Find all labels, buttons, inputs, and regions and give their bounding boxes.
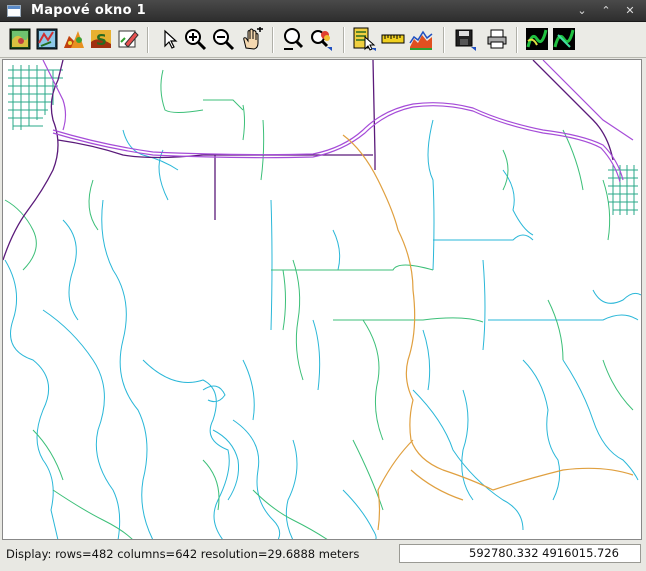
toolbar-separator	[443, 27, 445, 53]
maximize-button[interactable]: ⌃	[596, 2, 616, 19]
save-button[interactable]	[453, 27, 477, 51]
save-icon	[455, 29, 476, 51]
streams-cyan-layer	[4, 119, 641, 539]
add-3d-map-button[interactable]	[62, 27, 86, 51]
query-button[interactable]	[353, 27, 377, 51]
zoom-in-button[interactable]	[183, 27, 207, 51]
nviz-button[interactable]	[525, 27, 549, 51]
zoom-out-button[interactable]	[211, 27, 235, 51]
nviz-alt-button[interactable]	[552, 27, 576, 51]
toolbar-separator	[516, 27, 518, 53]
erase-display-icon	[118, 30, 139, 48]
status-bar: Display: rows=482 columns=642 resolution…	[0, 541, 646, 571]
add-vector-map-button[interactable]	[35, 27, 59, 51]
zoom-in-icon	[185, 29, 207, 51]
pointer-icon	[164, 29, 178, 49]
add-raster-map-icon	[9, 28, 31, 50]
map-canvas[interactable]	[2, 59, 642, 540]
pointer-button[interactable]	[157, 27, 181, 51]
window-controls: ⌄ ⌃ ✕	[572, 2, 640, 19]
major-roads-layer	[3, 60, 614, 261]
town-grid-layer	[8, 65, 638, 215]
profile-icon	[409, 30, 433, 50]
toolbar-separator	[147, 27, 149, 53]
window-icon	[7, 4, 21, 17]
svg-text:S: S	[96, 31, 107, 49]
pan-button[interactable]	[240, 27, 264, 51]
streams-green-layer	[4, 69, 634, 539]
coordinates-field: 592780.332 4916015.726	[399, 544, 641, 563]
profile-button[interactable]	[409, 27, 433, 51]
add-3d-map-icon	[64, 31, 84, 48]
map-display	[3, 60, 641, 539]
nviz-3d-alt-icon	[553, 28, 575, 50]
window-titlebar[interactable]: Mapové okno 1 ⌄ ⌃ ✕	[0, 0, 646, 22]
window-title: Mapové okno 1	[31, 3, 146, 18]
measure-button[interactable]	[381, 27, 405, 51]
zoom-back-button[interactable]	[281, 27, 305, 51]
erase-display-button[interactable]	[116, 27, 140, 51]
zoom-options-icon	[311, 30, 332, 51]
highway-layer	[42, 60, 634, 183]
map-toolbar: S	[0, 23, 646, 58]
nviz-3d-icon	[526, 28, 548, 50]
add-raster-map-button[interactable]	[8, 27, 32, 51]
toolbar-separator	[343, 27, 345, 53]
add-text-map-icon: S	[91, 30, 111, 49]
minimize-button[interactable]: ⌄	[572, 2, 592, 19]
zoom-out-icon	[213, 29, 235, 51]
measure-ruler-icon	[381, 34, 405, 44]
route-layer	[342, 134, 634, 531]
add-text-map-button[interactable]: S	[89, 27, 113, 51]
query-icon	[353, 27, 376, 51]
add-vector-map-icon	[36, 28, 58, 50]
close-button[interactable]: ✕	[620, 2, 640, 19]
toolbar-separator	[272, 27, 274, 53]
zoom-back-icon	[284, 28, 304, 50]
print-button[interactable]	[485, 27, 509, 51]
display-info-text: Display: rows=482 columns=642 resolution…	[6, 547, 360, 561]
print-icon	[487, 29, 507, 49]
pan-hand-icon	[243, 27, 263, 50]
zoom-options-button[interactable]	[309, 27, 333, 51]
